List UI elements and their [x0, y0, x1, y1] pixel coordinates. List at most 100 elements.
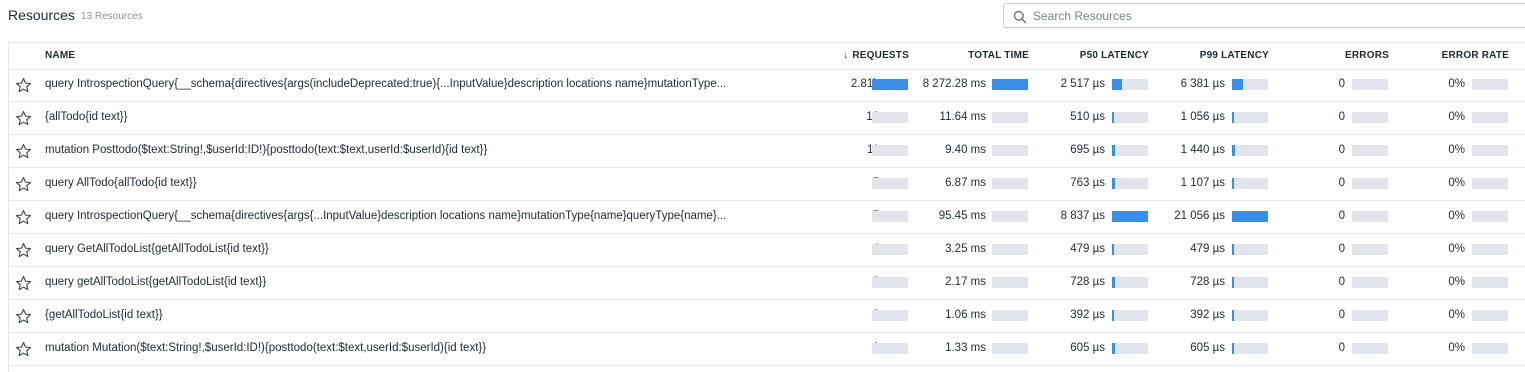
requests-value: 11: [769, 144, 879, 156]
column-header-p50-latency[interactable]: P50 LATENCY: [1059, 50, 1149, 61]
star-icon[interactable]: [15, 77, 32, 94]
column-header-total-time[interactable]: TOTAL TIME: [939, 50, 1029, 61]
resources-table: NAME ↓ REQUESTS TOTAL TIME P50 LATENCY P9…: [8, 42, 1525, 372]
error-rate-bar: [1472, 244, 1508, 255]
p99-latency-value: 6 381 µs: [1180, 78, 1225, 90]
total-time-value: 1.33 ms: [945, 342, 986, 354]
requests-value: 3: [769, 276, 879, 288]
p50-latency-value: 605 µs: [1070, 342, 1105, 354]
total-time-value: 3.25 ms: [945, 243, 986, 255]
star-icon[interactable]: [15, 110, 32, 127]
requests-value: 7: [769, 210, 879, 222]
requests-value: 7: [769, 177, 879, 189]
p50-latency-value: 392 µs: [1070, 309, 1105, 321]
resource-name[interactable]: query getAllTodoList{getAllTodoList{id t…: [45, 276, 805, 288]
p99-latency-bar-fill: [1232, 112, 1234, 123]
column-header-name[interactable]: NAME: [45, 50, 75, 61]
column-header-requests[interactable]: ↓ REQUESTS: [829, 50, 909, 61]
p99-latency-bar-fill: [1232, 277, 1234, 288]
table-row[interactable]: query IntrospectionQuery{__schema{direct…: [9, 201, 1525, 234]
resource-name[interactable]: query IntrospectionQuery{__schema{direct…: [45, 78, 805, 90]
error-rate-value: 0%: [1448, 144, 1465, 156]
resource-name[interactable]: mutation Mutation($text:String!,$userId:…: [45, 342, 805, 354]
search-input[interactable]: [1033, 7, 1513, 24]
error-rate-bar: [1472, 343, 1508, 354]
total-time-value: 9.40 ms: [945, 144, 986, 156]
p50-latency-bar-fill: [1112, 310, 1114, 321]
star-icon[interactable]: [15, 242, 32, 259]
errors-value: 0: [1338, 78, 1345, 90]
resource-name[interactable]: {allTodo{id text}}: [45, 111, 805, 123]
column-header-error-rate[interactable]: ERROR RATE: [1419, 50, 1509, 61]
table-row[interactable]: query IntrospectionQuery{__schema{direct…: [9, 69, 1525, 102]
star-icon[interactable]: [15, 143, 32, 160]
requests-value: 19: [769, 111, 879, 123]
table-row[interactable]: query getAllTodoList{getAllTodoList{id t…: [9, 267, 1525, 300]
p99-latency-value: 1 107 µs: [1180, 177, 1225, 189]
table-row[interactable]: query GetAllTodoList{getAllTodoList{id t…: [9, 234, 1525, 267]
error-rate-value: 0%: [1448, 177, 1465, 189]
p50-latency-value: 763 µs: [1070, 177, 1105, 189]
table-row[interactable]: {allTodo{id text}}19 11.64 ms 510 µs 1 056 …: [9, 102, 1525, 135]
table-row[interactable]: query AllTodo{allTodo{id text}}7 6.87 ms 7…: [9, 168, 1525, 201]
error-rate-value: 0%: [1448, 342, 1465, 354]
total-time-value: 11.64 ms: [939, 111, 986, 123]
requests-value: 4: [769, 243, 879, 255]
p99-latency-value: 21 056 µs: [1174, 210, 1225, 222]
star-icon[interactable]: [15, 209, 32, 226]
error-rate-value: 0%: [1448, 111, 1465, 123]
p50-latency-value: 8 837 µs: [1060, 210, 1105, 222]
p99-latency-bar-fill: [1232, 244, 1234, 255]
p50-latency-value: 695 µs: [1070, 144, 1105, 156]
requests-value: 2: [769, 309, 879, 321]
resource-name[interactable]: query AllTodo{allTodo{id text}}: [45, 177, 805, 189]
error-rate-bar: [1472, 112, 1508, 123]
star-icon[interactable]: [15, 308, 32, 325]
total-time-value: 2.17 ms: [945, 276, 986, 288]
resource-name[interactable]: {getAllTodoList{id text}}: [45, 309, 805, 321]
star-icon[interactable]: [15, 341, 32, 358]
requests-value: 2: [769, 342, 879, 354]
resource-name[interactable]: query IntrospectionQuery{__schema{direct…: [45, 210, 805, 222]
p99-latency-value: 479 µs: [1190, 243, 1225, 255]
error-rate-bar: [1472, 79, 1508, 90]
errors-value: 0: [1338, 111, 1345, 123]
error-rate-bar: [1472, 277, 1508, 288]
p50-latency-value: 479 µs: [1070, 243, 1105, 255]
table-header: NAME ↓ REQUESTS TOTAL TIME P50 LATENCY P9…: [9, 43, 1525, 70]
column-header-requests-label: REQUESTS: [852, 50, 909, 61]
table-row[interactable]: mutation Mutation($text:String!,$userId:…: [9, 333, 1525, 366]
resource-name[interactable]: query GetAllTodoList{getAllTodoList{id t…: [45, 243, 805, 255]
search-box[interactable]: [1003, 3, 1525, 28]
errors-value: 0: [1338, 144, 1345, 156]
p99-latency-bar-fill: [1232, 178, 1234, 189]
p99-latency-value: 1 440 µs: [1180, 144, 1225, 156]
column-header-p99-latency[interactable]: P99 LATENCY: [1179, 50, 1269, 61]
star-icon[interactable]: [15, 275, 32, 292]
p99-latency-value: 605 µs: [1190, 342, 1225, 354]
table-row[interactable]: {getAllTodoList{id text}}2 1.06 ms 392 µs 3…: [9, 300, 1525, 333]
star-icon[interactable]: [15, 176, 32, 193]
total-time-value: 95.45 ms: [938, 210, 986, 222]
error-rate-value: 0%: [1448, 309, 1465, 321]
error-rate-value: 0%: [1448, 243, 1465, 255]
errors-value: 0: [1338, 243, 1345, 255]
p99-latency-bar-fill: [1232, 310, 1234, 321]
total-time-value: 8 272.28 ms: [922, 78, 986, 90]
search-icon: [1013, 10, 1027, 24]
errors-value: 0: [1338, 210, 1345, 222]
column-header-errors[interactable]: ERRORS: [1299, 50, 1389, 61]
total-time-value: 1.06 ms: [945, 309, 986, 321]
total-time-value: 6.87 ms: [945, 177, 986, 189]
page-title: Resources: [8, 7, 75, 23]
sort-descending-icon: ↓: [843, 50, 849, 61]
error-rate-bar: [1472, 178, 1508, 189]
p50-latency-value: 2 517 µs: [1060, 78, 1105, 90]
resource-count: 13 Resources: [81, 11, 143, 22]
table-row[interactable]: mutation Posttodo($text:String!,$userId:…: [9, 135, 1525, 168]
p99-latency-value: 728 µs: [1190, 276, 1225, 288]
resource-name[interactable]: mutation Posttodo($text:String!,$userId:…: [45, 144, 805, 156]
errors-value: 0: [1338, 177, 1345, 189]
errors-value: 0: [1338, 309, 1345, 321]
error-rate-value: 0%: [1448, 276, 1465, 288]
